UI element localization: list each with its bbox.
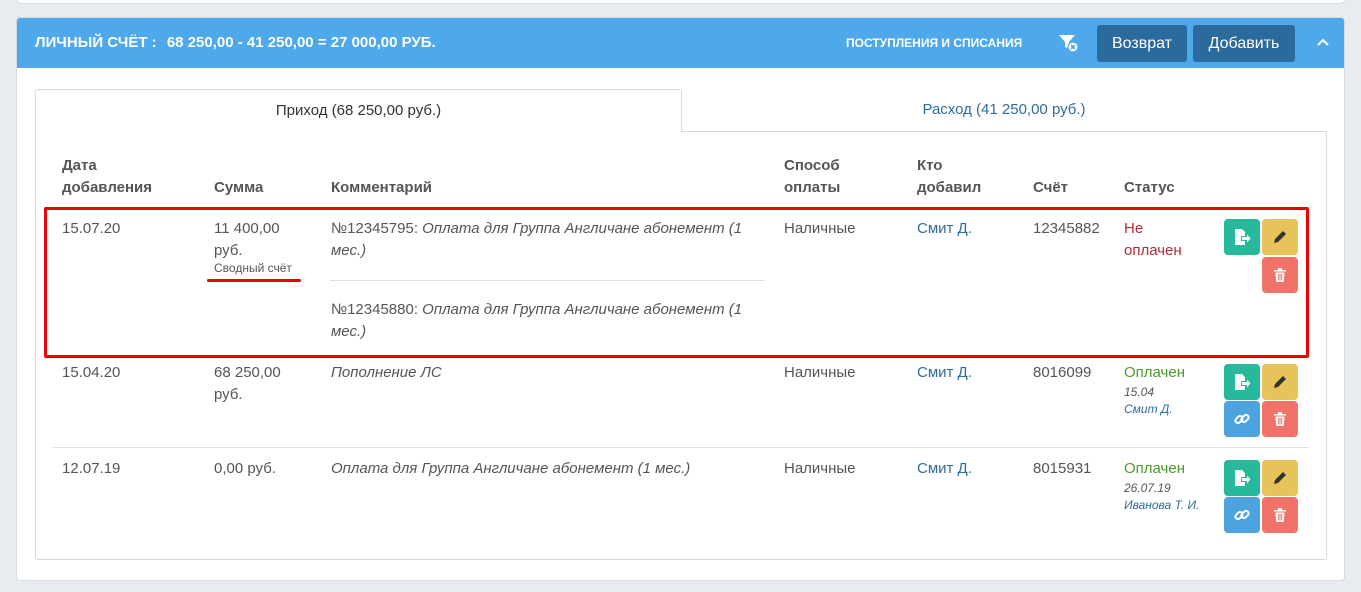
tabs: Приход (68 250,00 руб.) Расход (41 250,0… <box>35 89 1327 132</box>
transactions-link[interactable]: Поступления и списания <box>846 36 1022 50</box>
row1-edit-button[interactable] <box>1262 219 1298 255</box>
row1-sum-currency: руб. <box>214 242 243 259</box>
row2-issue-button[interactable] <box>1224 364 1260 400</box>
row2-payment: Наличные <box>784 364 856 381</box>
row3-delete-button[interactable] <box>1262 497 1298 533</box>
row1-issue-button[interactable] <box>1224 219 1260 255</box>
trash-icon <box>1274 412 1286 426</box>
row1-comment-2-text: Оплата для Группа Англичане абонемент (1 <box>422 301 743 318</box>
panel-header: Личный счёт : 68 250,00 - 41 250,00 = 27… <box>17 18 1344 68</box>
comment-separator <box>330 280 765 281</box>
col-who-line2: добавил <box>917 179 982 196</box>
row1-comment-1: №12345795: Оплата для Группа Англичане а… <box>331 218 771 262</box>
row2-invoice: 8016099 <box>1033 364 1092 381</box>
col-invoice: Счёт <box>1033 179 1069 196</box>
col-status: Статус <box>1124 179 1175 196</box>
row-separator <box>53 447 1309 448</box>
row3-status: Оплачен <box>1124 460 1185 477</box>
chain-link-icon <box>1234 509 1250 521</box>
row2-link-button[interactable] <box>1224 401 1260 437</box>
col-date-line2: добавления <box>62 179 153 196</box>
col-sum: Сумма <box>214 179 264 196</box>
row3-sum: 0,00 руб. <box>214 460 276 477</box>
pencil-icon <box>1274 231 1286 243</box>
row3-who[interactable]: Смит Д. <box>917 458 972 480</box>
row2-date: 15.04.20 <box>62 364 121 381</box>
row3-status-date: 26.07.19 <box>1124 481 1171 495</box>
panel-title: Личный счёт : 68 250,00 - 41 250,00 = 27… <box>35 34 436 51</box>
row2-who[interactable]: Смит Д. <box>917 362 972 384</box>
summary-invoice-label[interactable]: Сводный счёт <box>214 260 292 277</box>
row1-invoice: 12345882 <box>1033 220 1100 237</box>
row3-issue-button[interactable] <box>1224 460 1260 496</box>
filter-reset-icon[interactable] <box>1057 32 1079 54</box>
account-title-label: Личный счёт : <box>35 34 157 51</box>
return-button[interactable]: Возврат <box>1097 25 1187 62</box>
previous-panel-edge <box>16 0 1345 4</box>
row3-date: 12.07.19 <box>62 460 121 477</box>
col-who-line1: Кто <box>917 157 943 174</box>
row2-delete-button[interactable] <box>1262 401 1298 437</box>
row1-delete-button[interactable] <box>1262 257 1298 293</box>
trash-icon <box>1274 508 1286 522</box>
document-export-icon <box>1235 470 1251 486</box>
row1-payment: Наличные <box>784 220 856 237</box>
chevron-up-icon[interactable] <box>1315 34 1331 50</box>
trash-icon <box>1274 268 1286 282</box>
tab-expense[interactable]: Расход (41 250,00 руб.) <box>681 89 1327 131</box>
pencil-icon <box>1274 376 1286 388</box>
row1-comment-2-text-end: мес.) <box>331 323 367 340</box>
row2-status: Оплачен <box>1124 364 1185 381</box>
chain-link-icon <box>1234 413 1250 425</box>
col-payment-line1: Способ <box>784 157 840 174</box>
header-separator <box>53 207 1309 208</box>
row3-invoice: 8015931 <box>1033 460 1092 477</box>
add-button[interactable]: Добавить <box>1193 25 1295 62</box>
row3-link-button[interactable] <box>1224 497 1260 533</box>
tab-income[interactable]: Приход (68 250,00 руб.) <box>35 89 682 132</box>
row2-comment: Пополнение ЛС <box>331 364 442 381</box>
row2-status-date: 15.04 <box>1124 385 1155 399</box>
row2-sum: 68 250,00 руб. <box>214 362 281 406</box>
annotation-underline <box>207 279 301 282</box>
row1-comment-1-text-end: мес.) <box>331 242 367 259</box>
row2-status-by[interactable]: Смит Д. <box>1124 401 1173 418</box>
row1-comment-2: №12345880: Оплата для Группа Англичане а… <box>331 299 771 343</box>
pencil-icon <box>1274 472 1286 484</box>
row1-status-line1: Не <box>1124 220 1144 237</box>
row2-sum-currency: руб. <box>214 386 243 403</box>
col-date-line1: Дата <box>62 157 97 174</box>
row3-comment: Оплата для Группа Англичане абонемент (1… <box>331 460 691 477</box>
row2-edit-button[interactable] <box>1262 364 1298 400</box>
col-who: Кто добавил <box>917 155 981 199</box>
col-payment-line2: оплаты <box>784 179 841 196</box>
row3-status-by[interactable]: Иванова Т. И. <box>1124 497 1199 514</box>
row3-edit-button[interactable] <box>1262 460 1298 496</box>
document-export-icon <box>1235 374 1251 390</box>
account-balance-formula: 68 250,00 - 41 250,00 = 27 000,00 руб. <box>166 34 436 51</box>
col-date: Дата добавления <box>62 155 152 199</box>
row1-status: Не оплачен <box>1124 218 1182 262</box>
col-comment: Комментарий <box>331 179 433 196</box>
row1-sum-amount: 11 400,00 <box>214 220 280 237</box>
row1-who[interactable]: Смит Д. <box>917 218 972 240</box>
row1-comment-2-number: №12345880: <box>331 301 418 318</box>
document-export-icon <box>1235 229 1251 245</box>
row1-sum: 11 400,00 руб. <box>214 218 280 262</box>
col-payment: Способ оплаты <box>784 155 840 199</box>
row1-comment-1-text: Оплата для Группа Англичане абонемент (1 <box>422 220 743 237</box>
row1-date: 15.07.20 <box>62 220 121 237</box>
row1-comment-1-number: №12345795: <box>331 220 418 237</box>
row3-payment: Наличные <box>784 460 856 477</box>
row2-sum-amount: 68 250,00 <box>214 364 281 381</box>
row1-status-line2: оплачен <box>1124 242 1182 259</box>
